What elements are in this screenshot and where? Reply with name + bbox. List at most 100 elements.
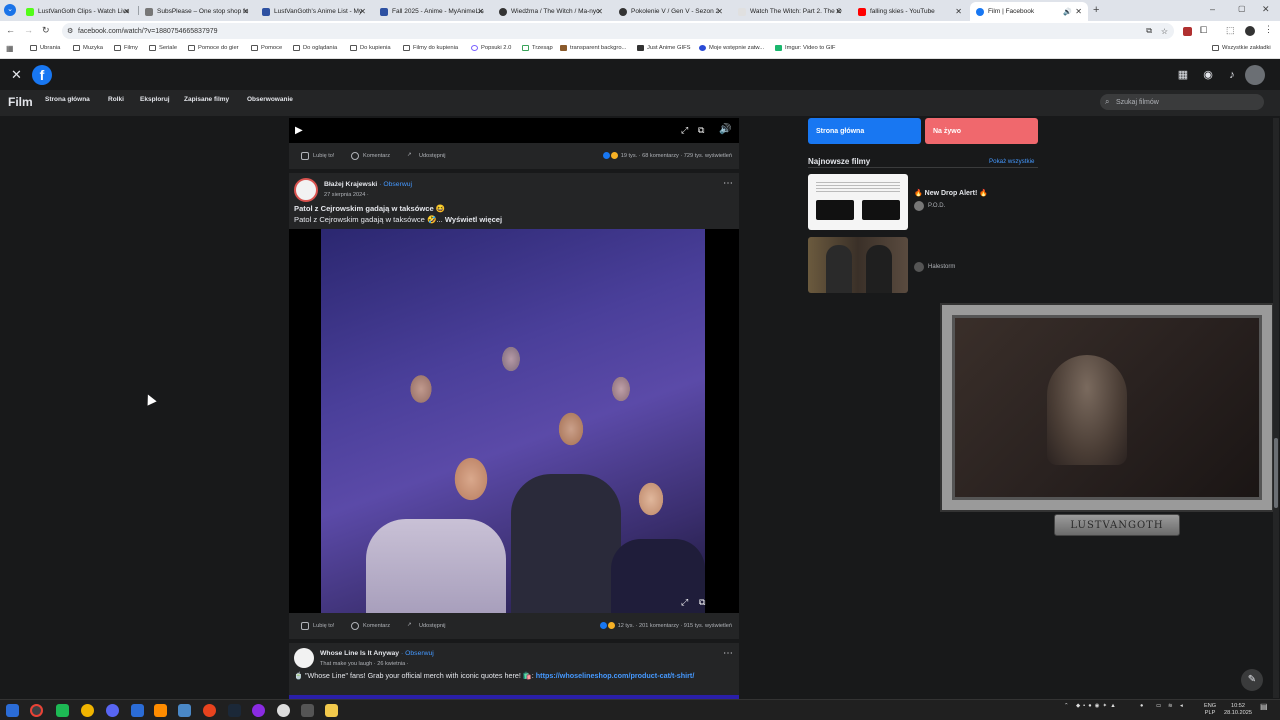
scrollbar-track[interactable] xyxy=(1273,118,1279,698)
bookmark-folder[interactable]: Muzyka xyxy=(73,45,103,51)
nav-home[interactable]: Strona główna xyxy=(45,96,90,103)
close-icon[interactable]: ✕ xyxy=(716,7,723,16)
nav-saved-videos[interactable]: Zapisane filmy xyxy=(184,96,229,103)
browser-tab-active[interactable]: Film | Facebook 🔊 ✕ xyxy=(970,2,1088,21)
video-player[interactable]: ▶ ⤢ ⧉ 🔊 xyxy=(289,118,739,144)
bookmark-folder[interactable]: Filmy xyxy=(114,45,138,51)
fullscreen-icon[interactable]: ⤢ xyxy=(681,597,688,608)
bookmark-link[interactable]: Trzesąp xyxy=(522,45,553,51)
maximize-icon[interactable]: ▢ xyxy=(1238,4,1246,13)
bookmark-link[interactable]: transparent backgro... xyxy=(560,45,626,51)
compose-icon[interactable]: ✎ xyxy=(1241,669,1263,691)
app-icon[interactable] xyxy=(277,704,290,717)
tray-icons[interactable]: ◆▪●◉✦▲ xyxy=(1076,703,1136,710)
minimize-icon[interactable]: – xyxy=(1210,4,1215,14)
profile-avatar[interactable] xyxy=(1245,26,1255,36)
bookmark-link[interactable]: Popsuki 2.0 xyxy=(471,45,511,51)
browser-tab[interactable]: LustVanGoth's Anime List - My ✕ xyxy=(256,2,372,21)
vlc-icon[interactable] xyxy=(154,704,167,717)
close-icon[interactable]: ✕ xyxy=(477,7,484,16)
back-icon[interactable]: ← xyxy=(6,25,15,35)
picture-in-picture-icon[interactable]: ⧉ xyxy=(699,597,705,608)
post-stats[interactable]: 12 tys. · 201 komentarzy · 915 tys. wyśw… xyxy=(600,622,732,629)
steam-icon[interactable] xyxy=(228,704,241,717)
wifi-icon[interactable]: ≋ xyxy=(1168,703,1173,710)
video-thumbnail[interactable] xyxy=(808,237,908,293)
share-button[interactable]: ↗ Udostępnij xyxy=(407,622,445,630)
bookmark-link[interactable]: Just Anime GIFS xyxy=(637,45,691,51)
merch-link[interactable]: https://whoselineshop.com/product-cat/t-… xyxy=(536,671,695,680)
live-button[interactable]: Na żywo xyxy=(925,118,1038,144)
follow-link[interactable]: · Obserwuj xyxy=(401,650,434,657)
video-channel[interactable]: Halestorm xyxy=(914,262,955,272)
video-search-input[interactable]: ⌕ Szukaj filmów xyxy=(1100,94,1264,110)
like-button[interactable]: Lubię to! xyxy=(301,622,334,630)
bookmark-folder[interactable]: Seriale xyxy=(149,45,177,51)
video-player[interactable]: ⤢ ⧉ xyxy=(289,229,739,613)
video-channel[interactable]: P.O.D. xyxy=(914,201,945,211)
bookmark-folder[interactable]: Do oglądania xyxy=(293,45,337,51)
close-icon[interactable]: ✕ xyxy=(11,67,22,83)
author-avatar[interactable] xyxy=(294,178,318,202)
messenger-icon[interactable]: ◉ xyxy=(1199,66,1217,84)
menu-icon[interactable]: ⋮ xyxy=(1264,24,1273,35)
notifications-bell-icon[interactable]: ♪ xyxy=(1223,66,1241,84)
app-icon[interactable] xyxy=(203,704,216,717)
tab-search-icon[interactable]: ⌄ xyxy=(4,4,16,16)
nav-explore[interactable]: Eksploruj xyxy=(140,96,170,103)
more-options-icon[interactable]: ⋯ xyxy=(723,178,733,189)
video-thumbnail[interactable] xyxy=(808,174,908,230)
author-name[interactable]: Whose Line Is It Anyway xyxy=(320,650,399,657)
app-icon[interactable] xyxy=(81,704,94,717)
bookmark-folder[interactable]: Pomoce xyxy=(251,45,282,51)
app-icon[interactable] xyxy=(301,704,314,717)
see-more-link[interactable]: Wyświetl więcej xyxy=(445,215,502,224)
app-icon[interactable] xyxy=(56,704,69,717)
apps-grid-icon[interactable]: ▦ xyxy=(6,44,14,53)
bookmark-link[interactable]: Moje wstępnie zatw... xyxy=(699,45,764,51)
show-all-link[interactable]: Pokaż wszystkie xyxy=(989,158,1034,165)
notifications-icon[interactable]: ▤ xyxy=(1260,703,1268,711)
forward-icon[interactable]: → xyxy=(24,25,33,35)
comment-button[interactable]: Komentarz xyxy=(351,152,390,160)
close-icon[interactable]: ✕ xyxy=(359,7,366,16)
window-close-icon[interactable]: ✕ xyxy=(1262,4,1270,15)
downloads-icon[interactable]: ⬚ xyxy=(1226,25,1235,36)
watch-home-button[interactable]: Strona główna xyxy=(808,118,921,144)
app-icon[interactable] xyxy=(178,704,191,717)
nav-reels[interactable]: Rolki xyxy=(108,96,124,103)
bookmark-star-icon[interactable]: ☆ xyxy=(1161,27,1168,36)
bookmark-folder[interactable]: Do kupienia xyxy=(350,45,391,51)
picture-in-picture-icon[interactable]: ⧉ xyxy=(698,125,704,136)
fullscreen-icon[interactable]: ⤢ xyxy=(681,125,688,136)
close-icon[interactable]: ✕ xyxy=(123,7,130,16)
more-options-icon[interactable]: ⋯ xyxy=(723,648,733,659)
author-name[interactable]: Błażej Krajewski xyxy=(324,181,377,188)
post-stats[interactable]: 19 tys. · 68 komentarzy · 729 tys. wyświ… xyxy=(603,152,732,159)
network-icon[interactable]: ▭ xyxy=(1156,703,1161,710)
menu-grid-icon[interactable]: ▦ xyxy=(1174,66,1192,84)
install-icon[interactable]: ⧉ xyxy=(1146,26,1152,36)
close-icon[interactable]: ✕ xyxy=(242,7,249,16)
comment-button[interactable]: Komentarz xyxy=(351,622,390,630)
bookmark-link[interactable]: Imgur: Video to GIF xyxy=(775,45,835,51)
close-icon[interactable]: ✕ xyxy=(835,7,842,16)
reload-icon[interactable]: ↻ xyxy=(42,25,50,36)
site-info-icon[interactable]: ⚙ xyxy=(67,27,73,35)
close-icon[interactable]: ✕ xyxy=(596,7,603,16)
address-bar[interactable]: ⚙ facebook.com/watch/?v=1880754665837979… xyxy=(62,23,1174,39)
new-tab-icon[interactable]: + xyxy=(1093,4,1099,16)
extension-icon[interactable] xyxy=(1183,27,1192,36)
bookmark-folder[interactable]: Pomoce do gier xyxy=(188,45,239,51)
browser-tab[interactable]: LustVanGoth Clips - Watch Live ✕ xyxy=(20,2,136,21)
play-icon[interactable]: ▶ xyxy=(295,125,303,136)
clock[interactable]: 10:52 28.10.2025 xyxy=(1222,703,1254,717)
all-bookmarks[interactable]: Wszystkie zakładki xyxy=(1212,45,1271,51)
facebook-logo-icon[interactable]: f xyxy=(32,65,52,85)
volume-icon[interactable]: 🔊 xyxy=(719,124,731,135)
author-avatar[interactable] xyxy=(294,648,314,668)
discord-icon[interactable] xyxy=(106,704,119,717)
language-indicator[interactable]: ENG PLP xyxy=(1204,703,1216,717)
share-button[interactable]: ↗ Udostępnij xyxy=(407,152,445,160)
like-button[interactable]: Lubię to! xyxy=(301,152,334,160)
